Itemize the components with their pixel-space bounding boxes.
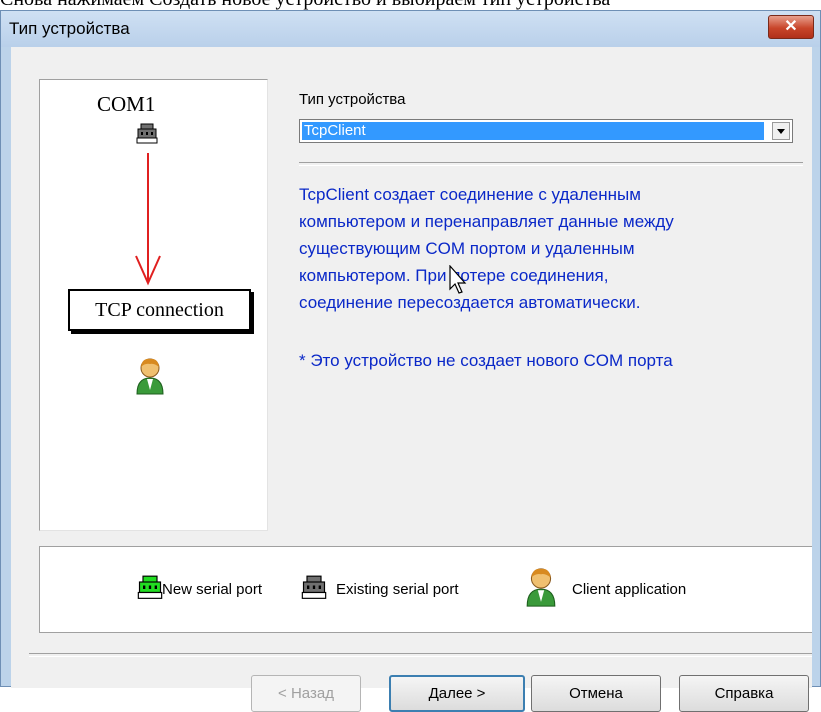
description-line: соединение пересоздается автоматически.: [299, 293, 641, 312]
legend-panel: New serial port Existing serial port Cli…: [39, 546, 812, 633]
chevron-down-icon: [777, 129, 785, 134]
client-application-icon: [136, 358, 164, 395]
cancel-button[interactable]: Отмена: [531, 675, 661, 712]
description-line: компьютером. При потере соединения,: [299, 266, 609, 285]
dropdown-button[interactable]: [772, 122, 790, 140]
title-bar[interactable]: Тип устройства ✕: [1, 11, 820, 47]
device-type-dialog: Тип устройства ✕ COM1 TCP connection Тип…: [0, 10, 821, 712]
close-button[interactable]: ✕: [768, 15, 814, 39]
dialog-body: COM1 TCP connection Тип устройства TcpCl…: [11, 47, 812, 712]
new-serial-port-icon: [137, 575, 163, 599]
description-line: существующим COM портом и удаленным: [299, 239, 635, 258]
mouse-cursor-icon: [449, 265, 467, 294]
divider: [29, 653, 812, 657]
tcp-connection-box: TCP connection: [68, 289, 251, 331]
device-type-selected-value: TcpClient: [302, 122, 764, 140]
description-line: компьютером и перенаправляет данные межд…: [299, 212, 674, 231]
direction-arrow: [135, 153, 161, 286]
legend-new-port-label: New serial port: [162, 581, 263, 598]
divider: [299, 162, 803, 166]
legend-existing-port-label: Existing serial port: [336, 581, 459, 598]
device-note: * Это устройство не создает нового COM п…: [299, 351, 673, 370]
existing-serial-port-icon: [301, 575, 327, 599]
client-application-icon: [526, 568, 556, 607]
help-button[interactable]: Справка: [679, 675, 809, 712]
description-line: TcpClient создает соединение с удаленным: [299, 185, 641, 204]
connection-label: TCP connection: [95, 299, 224, 321]
next-button[interactable]: Далее >: [389, 675, 525, 712]
connection-diagram: COM1 TCP connection: [39, 79, 268, 531]
device-description: TcpClient создает соединение с удаленным…: [299, 181, 809, 316]
page-caption: Снова нажимаем Создать новое устройство …: [0, 0, 821, 10]
window-title: Тип устройства: [9, 19, 130, 38]
existing-serial-port-icon: [136, 123, 158, 144]
close-icon: ✕: [784, 18, 798, 35]
legend-client-app-label: Client application: [572, 581, 687, 598]
device-type-select[interactable]: TcpClient: [299, 119, 793, 143]
back-button[interactable]: < Назад: [251, 675, 361, 712]
port-label: COM1: [97, 92, 156, 116]
device-type-label: Тип устройства: [299, 91, 406, 108]
